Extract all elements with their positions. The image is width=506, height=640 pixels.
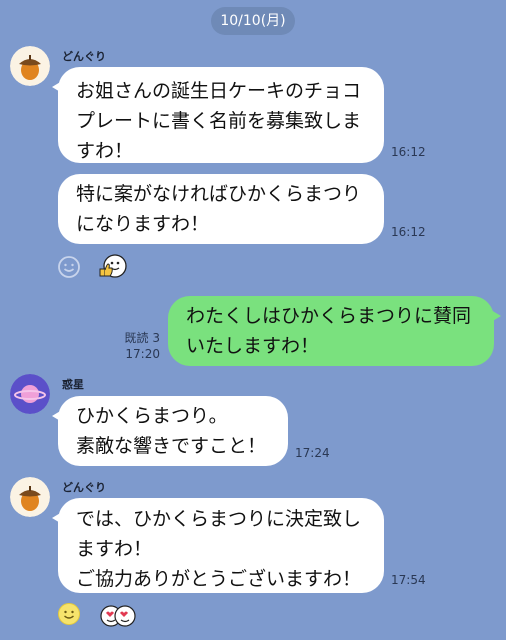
message-time: 16:12 [391,225,426,239]
avatar-acorn[interactable] [10,46,50,86]
message-time: 17:24 [295,446,330,460]
message-time: 16:12 [391,145,426,159]
avatar-planet[interactable] [10,374,50,414]
planet-icon [10,374,50,414]
avatar-acorn[interactable] [10,477,50,517]
sender-name: どんぐり [62,50,106,63]
smile-icon[interactable] [57,602,81,626]
message-time: 17:20 [125,347,160,361]
acorn-icon [10,477,50,517]
message-bubble[interactable]: 特に案がなければひかくらまつり になりますわ！ [58,174,384,244]
sender-name: どんぐり [62,481,106,494]
sender-name: 惑星 [62,378,84,391]
message-bubble[interactable]: ひかくらまつり。 素敵な響きですこと！ [52,396,288,466]
read-receipt: 既読 3 [124,331,160,345]
message-bubble[interactable]: お姐さんの誕生日ケーキのチョコ プレートに書く名前を募集致しま すわ！ [52,67,384,163]
acorn-icon [10,46,50,86]
date-separator: 10/10(月) [211,7,295,35]
message-time: 17:54 [391,573,426,587]
heart-eyes-icon[interactable] [100,603,136,629]
smile-outline-icon[interactable] [57,255,81,279]
message-bubble-mine[interactable]: わたくしはひかくらまつりに賛同 いたしますわ！ [168,296,501,366]
thumbs-up-icon[interactable] [98,252,128,280]
message-bubble[interactable]: では、ひかくらまつりに決定致し ますわ！ ご協力ありがとうございますわ！ [52,498,384,593]
